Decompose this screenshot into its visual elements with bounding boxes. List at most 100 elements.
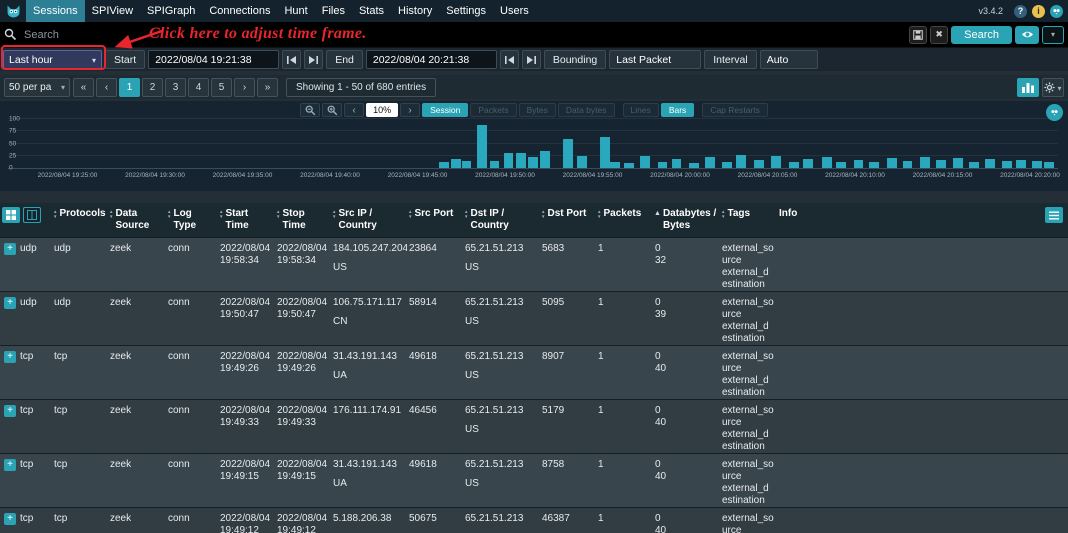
time-range-select[interactable]: Last hour [3, 50, 102, 69]
log-type-value[interactable]: conn [168, 351, 190, 362]
bytes-value[interactable]: 39 [655, 309, 716, 321]
grid-view-button[interactable] [2, 207, 20, 223]
dst-port-value[interactable]: 8907 [542, 351, 564, 362]
bytes-value[interactable]: 32 [655, 255, 716, 267]
data-source-value[interactable]: zeek [110, 405, 131, 416]
tag-value[interactable]: external_destination [722, 429, 774, 453]
table-view-button[interactable] [23, 207, 41, 223]
series-toggle-session[interactable]: Session [422, 103, 469, 117]
zoom-out-button[interactable] [300, 103, 321, 117]
tag-value[interactable]: external_source [722, 243, 774, 267]
start-skip-back-button[interactable] [282, 50, 302, 69]
data-source-value[interactable]: zeek [110, 351, 131, 362]
expand-row-button[interactable]: + [4, 459, 16, 471]
packets-value[interactable]: 1 [598, 351, 604, 362]
log-type-value[interactable]: conn [168, 513, 190, 524]
column-header-databytes-bytes[interactable]: ▲ Databytes / Bytes [653, 206, 720, 235]
bounding-select[interactable]: Last Packet [609, 50, 702, 69]
actions-dropdown-button[interactable] [1042, 25, 1064, 44]
dst-country-value[interactable]: US [465, 478, 536, 490]
src-ip-value[interactable]: 176.111.174.91 [333, 405, 403, 417]
stop-time-value[interactable]: 2022/08/04 19:49:26 [277, 351, 327, 374]
protocols-value[interactable]: tcp [54, 513, 67, 524]
style-toggle-bars[interactable]: Bars [660, 103, 695, 117]
column-header-src-port[interactable]: ▲ ▼ Src Port [407, 206, 463, 235]
databytes-value[interactable]: 0 [655, 405, 716, 417]
nav-item-spiview[interactable]: SPIView [85, 0, 140, 22]
zoom-in-button[interactable] [322, 103, 343, 117]
src-port-value[interactable]: 49618 [409, 351, 437, 362]
dst-country-value[interactable]: US [465, 424, 536, 436]
src-country-value[interactable]: US [333, 262, 403, 274]
dst-port-value[interactable]: 8758 [542, 459, 564, 470]
dst-port-value[interactable]: 5179 [542, 405, 564, 416]
protocols-value[interactable]: udp [54, 297, 71, 308]
end-skip-back-button[interactable] [499, 50, 519, 69]
page-button-4[interactable]: 4 [188, 77, 209, 97]
settings-dropdown-button[interactable] [1042, 77, 1064, 97]
dst-country-value[interactable]: US [465, 370, 536, 382]
expand-row-button[interactable]: + [4, 513, 16, 525]
src-port-value[interactable]: 49618 [409, 459, 437, 470]
column-header-info[interactable]: Info [778, 206, 1068, 235]
clear-search-button[interactable]: ✖ [930, 25, 949, 44]
stop-time-value[interactable]: 2022/08/04 19:49:33 [277, 405, 327, 428]
zoom-level-value[interactable]: 10% [366, 103, 399, 117]
bytes-value[interactable]: 40 [655, 417, 716, 429]
tag-value[interactable]: external_destination [722, 321, 774, 345]
nav-item-connections[interactable]: Connections [202, 0, 277, 22]
start-time-input[interactable] [148, 50, 280, 69]
src-port-value[interactable]: 23864 [409, 243, 437, 254]
bytes-value[interactable]: 40 [655, 525, 716, 533]
packets-value[interactable]: 1 [598, 513, 604, 524]
column-header-protocols[interactable]: ▲ ▼ Protocols [52, 206, 108, 235]
toggle-graph-button[interactable] [1017, 77, 1039, 97]
nav-item-history[interactable]: History [391, 0, 439, 22]
src-port-value[interactable]: 58914 [409, 297, 437, 308]
src-port-value[interactable]: 50675 [409, 513, 437, 524]
end-skip-forward-button[interactable] [521, 50, 541, 69]
pan-left-button[interactable]: ‹ [344, 103, 365, 117]
protocols-value[interactable]: udp [54, 243, 71, 254]
protocols-value[interactable]: tcp [54, 459, 67, 470]
column-header-packets[interactable]: ▲ ▼ Packets [596, 206, 653, 235]
packets-value[interactable]: 1 [598, 405, 604, 416]
tag-value[interactable]: external_source [722, 351, 774, 375]
stop-time-value[interactable]: 2022/08/04 19:49:12 [277, 513, 327, 533]
page-button-3[interactable]: 3 [165, 77, 186, 97]
dst-ip-value[interactable]: 65.21.51.213 [465, 297, 536, 309]
bytes-value[interactable]: 40 [655, 471, 716, 483]
bytes-value[interactable]: 40 [655, 363, 716, 375]
series-toggle-data-bytes[interactable]: Data bytes [557, 103, 615, 117]
tag-value[interactable]: external_destination [722, 375, 774, 399]
packets-value[interactable]: 1 [598, 459, 604, 470]
page-button-5[interactable]: 5 [211, 77, 232, 97]
tag-value[interactable]: external_source [722, 297, 774, 321]
tag-value[interactable]: external_destination [722, 483, 774, 507]
page-button-2[interactable]: 2 [142, 77, 163, 97]
page-button-1[interactable]: 1 [119, 77, 140, 97]
column-config-button[interactable] [1045, 207, 1063, 223]
start-time-value[interactable]: 2022/08/04 19:49:12 [220, 513, 270, 533]
dst-country-value[interactable]: US [465, 316, 536, 328]
expand-row-button[interactable]: + [4, 405, 16, 417]
pan-right-button[interactable]: › [400, 103, 421, 117]
series-toggle-packets[interactable]: Packets [470, 103, 517, 117]
column-header-src-ip-country[interactable]: ▲ ▼ Src IP / Country [331, 206, 407, 235]
log-type-value[interactable]: conn [168, 459, 190, 470]
data-source-value[interactable]: zeek [110, 243, 131, 254]
dst-port-value[interactable]: 5095 [542, 297, 564, 308]
protocols-value[interactable]: tcp [54, 351, 67, 362]
start-time-value[interactable]: 2022/08/04 19:58:34 [220, 243, 270, 266]
tag-value[interactable]: external_source [722, 513, 774, 533]
start-time-value[interactable]: 2022/08/04 19:49:26 [220, 351, 270, 374]
nav-item-files[interactable]: Files [315, 0, 352, 22]
src-ip-value[interactable]: 5.188.206.38 [333, 513, 403, 525]
cap-restarts-toggle[interactable]: Cap Restarts [702, 103, 768, 117]
databytes-value[interactable]: 0 [655, 243, 716, 255]
databytes-value[interactable]: 0 [655, 513, 716, 525]
interval-select[interactable]: Auto [759, 50, 818, 69]
tag-value[interactable]: external_destination [722, 267, 774, 291]
expand-row-button[interactable]: + [4, 243, 16, 255]
dst-country-value[interactable]: US [465, 262, 536, 274]
